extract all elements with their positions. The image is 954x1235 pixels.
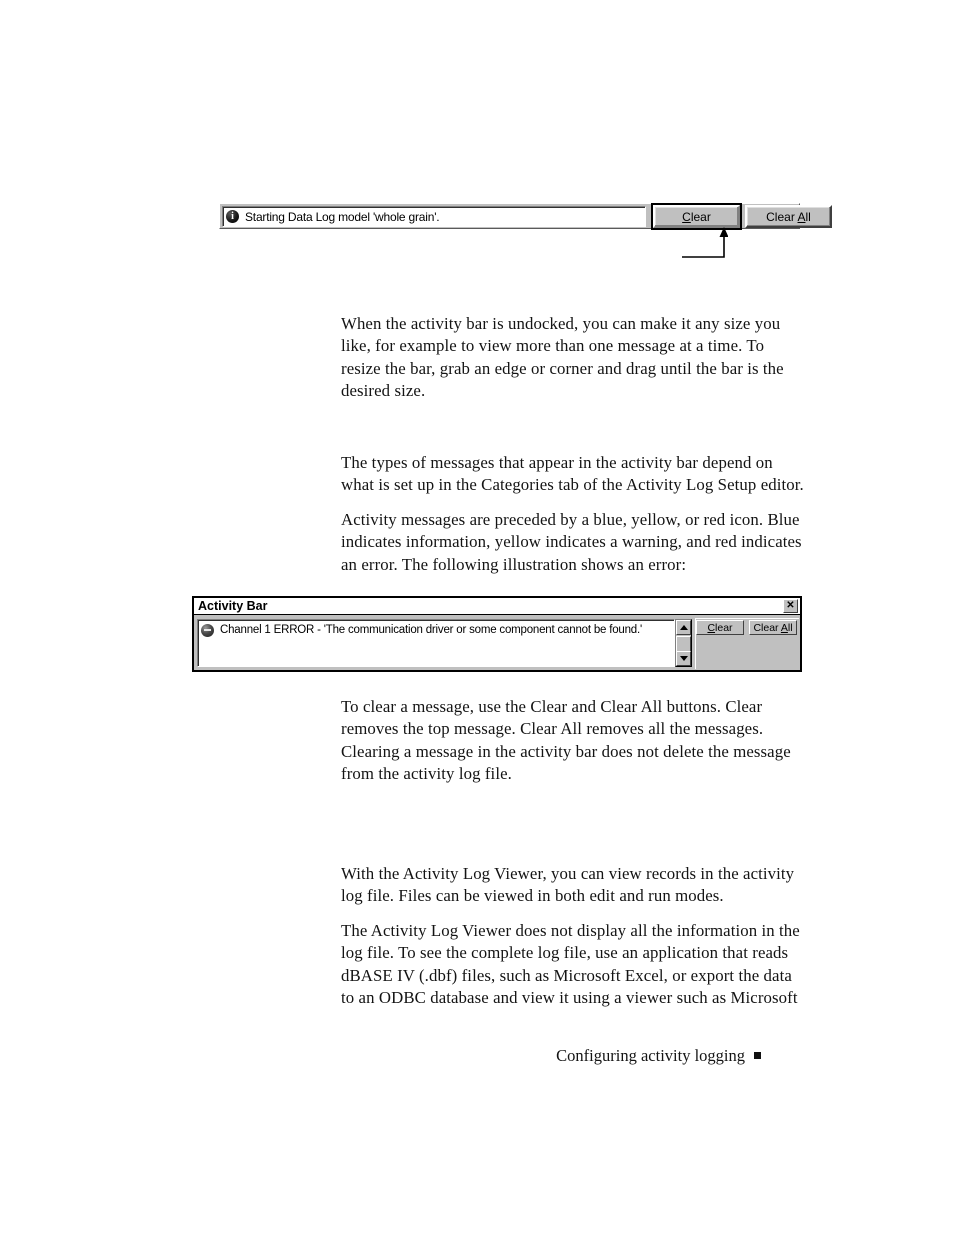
activity-message-list[interactable]: Channel 1 ERROR - 'The communication dri… — [197, 619, 675, 667]
scrollbar-thumb[interactable] — [676, 636, 691, 652]
activity-message-box: Starting Data Log model 'whole grain'. — [222, 206, 646, 227]
activity-message-text: Starting Data Log model 'whole grain'. — [245, 209, 440, 224]
paragraph-message-icon-colors: Activity messages are preceded by a blue… — [341, 510, 802, 574]
activity-message-text: Channel 1 ERROR - 'The communication dri… — [220, 624, 642, 636]
callout-leader-line — [680, 226, 728, 262]
clear-all-button-label: Clear All — [753, 621, 793, 634]
clear-all-button[interactable]: Clear All — [745, 205, 832, 228]
paragraph-activity-log-viewer: With the Activity Log Viewer, you can vi… — [341, 864, 795, 906]
error-circle-icon — [201, 623, 214, 637]
window-title: Activity Bar — [198, 599, 268, 613]
window-title-bar[interactable]: Activity Bar ✕ — [194, 598, 800, 615]
callout-arrow-icon — [682, 227, 728, 258]
scroll-up-icon[interactable] — [676, 620, 691, 635]
paragraph-log-file-formats: The Activity Log Viewer does not display… — [341, 921, 800, 1007]
activity-bar-window-figure: Activity Bar ✕ Channel 1 ERROR - 'The co… — [192, 596, 802, 672]
clear-button[interactable]: Clear — [696, 620, 744, 635]
paragraph-clear-buttons: To clear a message, use the Clear and Cl… — [341, 697, 791, 783]
clear-button-label: Clear — [707, 621, 733, 634]
close-icon[interactable]: ✕ — [783, 599, 798, 613]
clear-all-button-label: Clear All — [766, 209, 811, 224]
clear-button-label: Clear — [682, 209, 711, 224]
scroll-down-icon[interactable] — [676, 651, 691, 666]
paragraph-message-types: The types of messages that appear in the… — [341, 453, 804, 495]
triangle-down-icon — [679, 656, 688, 661]
vertical-scrollbar[interactable] — [675, 619, 692, 667]
info-circle-icon — [226, 210, 239, 223]
footer-bullet-icon — [754, 1052, 761, 1059]
page-footer: Configuring activity logging — [341, 1046, 761, 1066]
triangle-up-icon — [679, 625, 688, 630]
list-item[interactable]: Channel 1 ERROR - 'The communication dri… — [198, 622, 674, 638]
paragraph-undocked-resize: When the activity bar is undocked, you c… — [341, 314, 784, 400]
footer-text: Configuring activity logging — [556, 1046, 745, 1065]
clear-all-button[interactable]: Clear All — [749, 620, 797, 635]
clear-button[interactable]: Clear — [651, 203, 742, 230]
